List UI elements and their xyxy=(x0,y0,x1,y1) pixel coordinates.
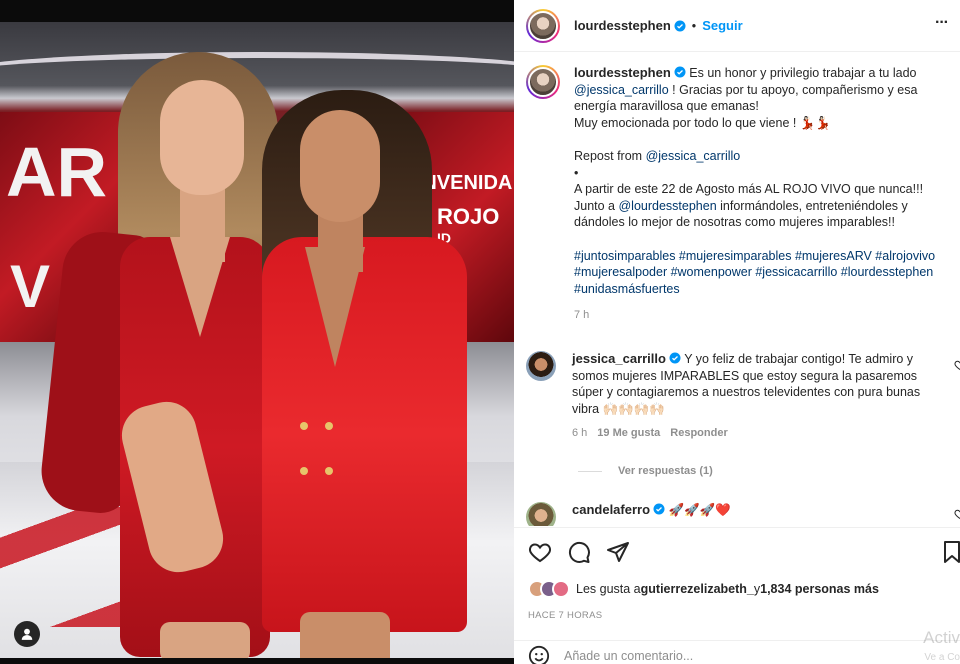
image-bottom-bar xyxy=(0,658,514,664)
header-separator: • xyxy=(691,18,697,33)
woman-left-legs xyxy=(160,622,250,658)
caption-avatar[interactable] xyxy=(526,65,560,99)
comment-text: candelaferro 🚀🚀🚀❤️ xyxy=(572,502,948,526)
replies-dash xyxy=(578,470,602,472)
liker-username[interactable]: gutierrezelizabeth_ xyxy=(641,582,754,596)
caption-time: 7 h xyxy=(574,309,590,322)
caption-line-9b: informándoles, entreteniéndoles y xyxy=(716,198,908,213)
caption-line-3: energía maravillosa que emanas! xyxy=(574,99,759,114)
more-options-icon[interactable]: ··· xyxy=(935,14,949,32)
share-paper-plane-icon[interactable] xyxy=(606,540,630,564)
add-comment-bar xyxy=(514,640,960,664)
caption-line-1: Es un honor y privilegio trabajar a tu l… xyxy=(685,66,917,80)
post-actions: Les gusta a gutierrezelizabeth_ y 1,834 … xyxy=(514,527,960,664)
comment-text: jessica_carrillo Y yo feliz de trabajar … xyxy=(572,351,948,442)
post-date: HACE 7 HORAS xyxy=(528,610,603,621)
action-icons-row xyxy=(528,540,630,564)
caption-line-11 xyxy=(574,231,960,248)
comment-line-3: súper y contagiaremos a nuestros televid… xyxy=(572,385,921,400)
tagged-users-button[interactable] xyxy=(14,621,40,647)
verified-badge-icon xyxy=(669,352,681,364)
comment-bubble-icon[interactable] xyxy=(567,540,591,564)
mention-link[interactable]: @jessica_carrillo xyxy=(574,83,669,97)
caption-line-2: ! Gracias por tu apoyo, compañerismo y e… xyxy=(668,82,918,97)
caption-line-9a: Junto a xyxy=(574,198,619,213)
caption-line-7: • xyxy=(574,165,579,180)
like-comment-heart-icon[interactable] xyxy=(954,508,960,520)
caption-line-10: dándoles lo mejor de nosotras como mujer… xyxy=(574,215,895,230)
hashtags-line-3[interactable]: #unidasmásfuertes xyxy=(574,281,960,298)
comment-line-2: somos mujeres IMPARABLES que estoy segur… xyxy=(572,368,918,383)
caption-line-4: Muy emocionada por todo lo que viene ! 💃… xyxy=(574,115,831,130)
view-replies-label: Ver respuestas (1) xyxy=(618,465,713,477)
commenter-username[interactable]: jessica_carrillo xyxy=(572,351,666,366)
image-top-bar xyxy=(0,0,514,22)
hashtags-line-2[interactable]: #mujeresalpoder #womenpower #jessicacarr… xyxy=(574,264,960,281)
blazer-button xyxy=(325,422,333,430)
commenter-username[interactable]: candelaferro xyxy=(572,502,650,517)
comment-input[interactable] xyxy=(564,648,894,663)
caption-line-8: A partir de este 22 de Agosto más AL ROJ… xyxy=(574,182,924,197)
view-replies-button[interactable]: Ver respuestas (1) xyxy=(578,465,713,477)
commenter-avatar[interactable] xyxy=(526,351,556,381)
comment-time: 6 h xyxy=(572,427,588,440)
author-username[interactable]: lourdesstephen xyxy=(574,18,671,33)
comment-line-4: vibra 🙌🏻🙌🏻🙌🏻🙌🏻 xyxy=(572,401,665,416)
comment-line-1: Y yo feliz de trabajar contigo! Te admir… xyxy=(680,352,914,366)
likes-summary: Les gusta a gutierrezelizabeth_ y 1,834 … xyxy=(528,580,879,598)
caption-line-5 xyxy=(574,131,960,148)
commenter-avatar[interactable] xyxy=(526,502,556,526)
post-caption: lourdesstephen Es un honor y privilegio … xyxy=(526,65,960,324)
screen-left-text-2: V xyxy=(10,253,51,320)
caption-username[interactable]: lourdesstephen xyxy=(574,65,671,80)
screen-left-text: AR xyxy=(6,133,108,211)
post-image-panel: AR V ENVENIDA ROJO ID xyxy=(0,0,514,664)
comment-2-text: 🚀🚀🚀❤️ xyxy=(665,503,731,517)
like-comment-heart-icon[interactable] xyxy=(954,359,960,371)
emoji-icon[interactable] xyxy=(528,645,550,664)
caption-line-6: Repost from xyxy=(574,148,646,163)
comment-item: jessica_carrillo Y yo feliz de trabajar … xyxy=(526,351,960,442)
post-photo[interactable]: AR V ENVENIDA ROJO ID xyxy=(0,22,514,658)
likers-avatars[interactable] xyxy=(528,580,570,598)
save-bookmark-icon[interactable] xyxy=(940,540,960,564)
hashtags-line-1[interactable]: #juntosimparables #mujeresimparables #mu… xyxy=(574,248,960,265)
likes-count[interactable]: 1,834 personas más xyxy=(760,582,879,596)
follow-button[interactable]: Seguir xyxy=(702,18,742,33)
post-header: lourdesstephen • Seguir ··· xyxy=(514,0,960,52)
caption-text: lourdesstephen Es un honor y privilegio … xyxy=(574,65,960,324)
liker-avatar xyxy=(552,580,570,598)
activate-windows-watermark-sub: Ve a Co xyxy=(924,652,960,663)
comments-section: lourdesstephen Es un honor y privilegio … xyxy=(514,53,960,526)
author-avatar[interactable] xyxy=(526,8,560,43)
comment-item: candelaferro 🚀🚀🚀❤️ xyxy=(526,502,960,526)
reply-button[interactable]: Responder xyxy=(670,425,727,442)
activate-windows-watermark: Activ xyxy=(923,628,960,647)
post-sidebar: lourdesstephen • Seguir ··· lourdessteph… xyxy=(514,0,960,664)
mention-link[interactable]: @jessica_carrillo xyxy=(646,149,741,163)
woman-right-red-blazer xyxy=(262,237,467,632)
screen-right-text-2: ROJO xyxy=(437,204,500,229)
mention-link[interactable]: @lourdesstephen xyxy=(618,199,716,213)
woman-right-face xyxy=(300,110,380,222)
likes-prefix: Les gusta a xyxy=(576,582,641,596)
woman-left-face xyxy=(160,80,244,195)
verified-badge-icon xyxy=(674,66,686,78)
blazer-button xyxy=(300,467,308,475)
woman-right-legs xyxy=(300,612,390,658)
like-heart-icon[interactable] xyxy=(528,540,552,564)
verified-badge-icon xyxy=(653,503,665,515)
blazer-button xyxy=(325,467,333,475)
blazer-button xyxy=(300,422,308,430)
user-icon xyxy=(21,628,33,640)
verified-badge-icon xyxy=(674,20,686,31)
comment-likes[interactable]: 19 Me gusta xyxy=(597,425,660,442)
